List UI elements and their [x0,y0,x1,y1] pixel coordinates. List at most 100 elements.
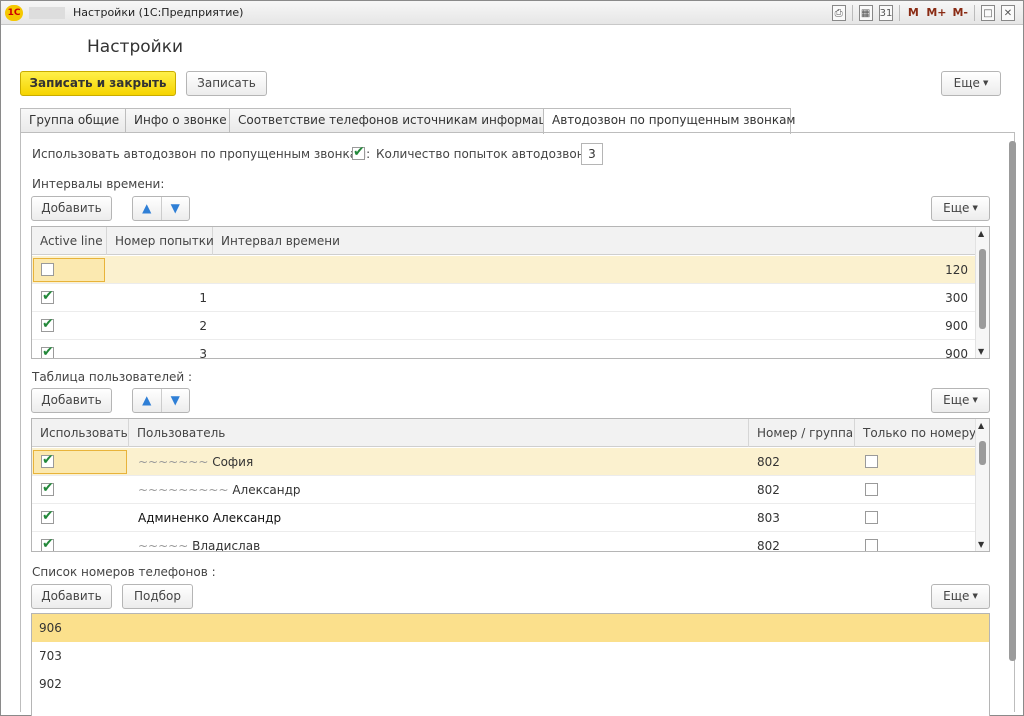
title-bar: 1С Настройки (1С:Предприятие) ⎙ ▦ 31 M M… [1,1,1023,25]
table-row[interactable]: 2 900 [32,312,976,340]
table-row[interactable]: 120 [32,256,976,284]
col-active-line[interactable]: Active line [32,227,107,255]
attempts-input[interactable]: 3 [581,143,603,165]
col-interval[interactable]: Интервал времени [213,227,976,255]
more-label: Еще [943,201,970,215]
table-row[interactable]: ~~~~~ Владислав 802 [32,532,976,552]
attempt-cell: 3 [199,347,207,359]
arrow-up-icon[interactable]: ▲ [133,197,161,220]
blurred-surname: ~~~~~~~~~ [138,483,233,497]
interval-cell: 120 [945,263,968,277]
only-by-number-checkbox[interactable] [865,539,878,551]
app-logo-icon: 1С [5,5,23,21]
use-checkbox[interactable] [41,452,54,468]
tab-autodial[interactable]: Автодозвон по пропущенным звонкам [543,108,795,134]
arrow-down-icon[interactable]: ▼ [160,389,190,412]
only-by-number-checkbox[interactable] [865,511,878,524]
active-line-checkbox[interactable] [41,344,54,358]
list-item[interactable]: 902 [32,670,989,698]
col-number-group[interactable]: Номер / группа [749,419,855,447]
scroll-down-icon[interactable]: ▼ [978,347,984,356]
table-header: Использовать Пользователь Номер / группа… [32,419,989,447]
number-cell: 802 [757,455,780,469]
users-scrollbar[interactable]: ▲ ▼ [975,419,989,551]
print-icon[interactable]: ⎙ [831,5,846,21]
save-and-close-button[interactable]: Записать и закрыть [20,71,176,96]
table-row[interactable]: 1 300 [32,284,976,312]
chevron-down-icon: ▼ [972,592,978,600]
table-row[interactable]: 3 900 [32,340,976,359]
tab-phone-sources[interactable]: Соответствие телефонов источникам информ… [229,108,562,133]
list-item[interactable]: 906 [32,614,989,642]
memory-plus-button[interactable]: M+ [926,5,946,21]
users-section-label: Таблица пользователей : [32,370,193,384]
form-scrollbar[interactable] [1008,131,1017,711]
only-by-number-checkbox[interactable] [865,483,878,496]
phones-pick-button[interactable]: Подбор [122,584,193,609]
memory-minus-button[interactable]: M- [952,5,968,21]
more-label: Еще [943,393,970,407]
calculator-icon[interactable]: ▦ [858,5,873,21]
only-by-number-checkbox[interactable] [865,455,878,468]
tab-general-group[interactable]: Группа общие [20,108,126,133]
intervals-scrollbar[interactable]: ▲ ▼ [975,227,989,358]
tab-bar: Группа общие Инфо о звонке Соответствие … [20,108,795,134]
col-only-by-number[interactable]: Только по номеру [855,419,976,447]
use-checkbox[interactable] [41,508,54,524]
col-user[interactable]: Пользователь [129,419,749,447]
arrow-down-icon[interactable]: ▼ [160,197,190,220]
active-line-checkbox[interactable] [41,288,54,304]
phones-more-button[interactable]: Еще ▼ [931,584,990,609]
scroll-thumb[interactable] [1009,141,1016,661]
more-label: Еще [953,76,980,90]
col-attempt-number[interactable]: Номер попытки [107,227,214,255]
phones-section-label: Список номеров телефонов : [32,565,216,579]
phones-list: 906 703 902 [31,613,990,716]
number-cell: 803 [757,511,780,525]
window-title: Настройки (1С:Предприятие) [73,6,244,19]
user-cell: Админенко Александр [138,511,282,525]
active-line-checkbox[interactable] [41,316,54,332]
page-title: Настройки [87,37,184,57]
user-cell: ~~~~~~~~~ Александр [138,476,301,504]
attempts-label: Количество попыток автодозвона: [376,147,596,161]
blurred-surname: ~~~~~ [138,539,193,552]
more-button[interactable]: Еще ▼ [941,71,1001,96]
app-window: 1С Настройки (1С:Предприятие) ⎙ ▦ 31 M M… [0,0,1024,716]
intervals-table: Active line Номер попытки Интервал време… [31,226,990,359]
phones-add-button[interactable]: Добавить [31,584,112,609]
users-more-button[interactable]: Еще ▼ [931,388,990,413]
interval-cell: 900 [945,319,968,333]
scroll-thumb[interactable] [979,441,986,465]
arrow-up-icon[interactable]: ▲ [133,389,161,412]
scroll-thumb[interactable] [979,249,986,329]
save-button[interactable]: Записать [186,71,267,96]
autodial-use-checkbox[interactable] [352,144,365,160]
title-toolbar: ⎙ ▦ 31 M M+ M- □ ✕ [831,4,1015,22]
user-cell: ~~~~~~~ София [138,448,253,476]
table-row[interactable]: Админенко Александр 803 [32,504,976,532]
list-item[interactable]: 703 [32,642,989,670]
intervals-add-button[interactable]: Добавить [31,196,112,221]
scroll-up-icon[interactable]: ▲ [978,229,984,238]
chevron-down-icon: ▼ [972,396,978,404]
intervals-more-button[interactable]: Еще ▼ [931,196,990,221]
restore-icon[interactable]: □ [981,5,995,21]
table-row[interactable]: ~~~~~~~ София 802 [32,448,976,476]
col-use[interactable]: Использовать [32,419,129,447]
table-row[interactable]: ~~~~~~~~~ Александр 802 [32,476,976,504]
user-cell: ~~~~~ Владислав [138,532,260,552]
interval-cell: 300 [945,291,968,305]
users-add-button[interactable]: Добавить [31,388,112,413]
scroll-up-icon[interactable]: ▲ [978,421,984,430]
memory-m-button[interactable]: M [906,5,920,21]
calendar-icon[interactable]: 31 [878,5,894,21]
autodial-use-label: Использовать автодозвон по пропущенным з… [32,147,371,161]
scroll-down-icon[interactable]: ▼ [978,540,984,549]
close-icon[interactable]: ✕ [1001,5,1015,21]
tab-call-info[interactable]: Инфо о звонке [125,108,230,133]
toolbar-separator [851,5,853,21]
use-checkbox[interactable] [41,536,54,551]
use-checkbox[interactable] [41,480,54,496]
active-line-checkbox[interactable] [41,263,54,276]
